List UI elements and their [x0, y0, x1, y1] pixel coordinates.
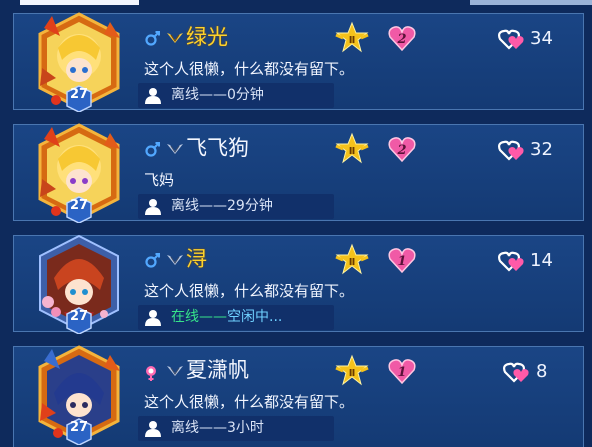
status-bar: 离线——29分钟	[138, 194, 334, 219]
wings-icon	[167, 33, 183, 43]
status-idle: 空闲中...	[227, 309, 283, 325]
star-rank-icon: Ⅱ	[335, 21, 369, 53]
friend-name: 浔	[186, 247, 207, 271]
avatar[interactable]: 27	[34, 230, 124, 334]
star-rank-icon: Ⅱ	[335, 354, 369, 386]
svg-text:1: 1	[397, 254, 406, 269]
friend-name: 夏潇帆	[186, 358, 249, 382]
heart-level-icon: 2	[388, 137, 416, 163]
signature: 这个人很懒，什么都没有留下。	[144, 282, 355, 300]
svg-text:Ⅱ: Ⅱ	[349, 368, 356, 379]
level-badge: 27	[69, 309, 89, 324]
svg-text:2: 2	[396, 143, 406, 158]
heart-level-icon: 1	[388, 359, 416, 385]
likes-hearts-icon[interactable]	[498, 138, 526, 162]
heart-level-icon: 2	[388, 26, 416, 52]
status-text: 离线——29分钟	[171, 198, 273, 214]
female-icon	[146, 366, 156, 381]
status-bar: 在线——空闲中...	[138, 305, 334, 330]
person-icon	[145, 421, 161, 437]
male-icon	[145, 253, 160, 268]
likes-hearts-icon[interactable]	[498, 27, 526, 51]
svg-text:2: 2	[396, 32, 406, 47]
svg-text:Ⅱ: Ⅱ	[349, 146, 356, 157]
wings-icon	[167, 366, 183, 376]
likes-count: 32	[530, 139, 553, 160]
status-bar: 离线——3小时	[138, 416, 334, 441]
gender-wings-group	[145, 253, 183, 268]
avatar[interactable]: 27	[34, 341, 124, 445]
status-online-prefix: 在线——	[171, 309, 227, 325]
avatar[interactable]: 27	[34, 8, 124, 112]
star-rank-icon: Ⅱ	[335, 243, 369, 275]
friend-card[interactable]: 27 夏潇帆 Ⅱ 1 8 这个人很懒，什么都没有留下。 离线——3小时	[13, 345, 584, 447]
friend-name: 绿光	[186, 25, 228, 49]
heart-level-icon: 1	[388, 248, 416, 274]
svg-text:1: 1	[397, 365, 406, 380]
gender-wings-group	[145, 31, 183, 46]
status-text: 在线——空闲中...	[171, 307, 282, 327]
person-icon	[145, 88, 161, 104]
likes-count: 14	[530, 250, 553, 271]
gender-wings-group	[146, 366, 183, 381]
friend-card[interactable]: 27 飞飞狗 Ⅱ 2 32 飞妈 离线——29分钟	[13, 123, 584, 223]
svg-text:Ⅱ: Ⅱ	[349, 35, 356, 46]
status-bar: 离线——0分钟	[138, 83, 334, 108]
person-icon	[145, 310, 161, 326]
likes-count: 8	[536, 361, 548, 382]
level-badge: 27	[69, 420, 89, 435]
signature: 这个人很懒，什么都没有留下。	[144, 393, 355, 411]
signature: 这个人很懒，什么都没有留下。	[144, 60, 355, 78]
male-icon	[145, 31, 160, 46]
wings-icon	[167, 255, 183, 265]
friend-card[interactable]: 27 绿光 Ⅱ 2 34 这个人很懒，什么都没有留下。 离线——0分钟	[13, 12, 584, 112]
avatar[interactable]: 27	[34, 119, 124, 223]
male-icon	[145, 142, 160, 157]
star-rank-icon: Ⅱ	[335, 132, 369, 164]
status-text: 离线——0分钟	[171, 87, 264, 103]
wings-icon	[167, 144, 183, 154]
likes-hearts-icon[interactable]	[503, 360, 531, 384]
likes-hearts-icon[interactable]	[498, 249, 526, 273]
person-icon	[145, 199, 161, 215]
gender-wings-group	[145, 142, 183, 157]
level-badge: 27	[69, 198, 89, 213]
friend-list: 27 绿光 Ⅱ 2 34 这个人很懒，什么都没有留下。 离线——0分钟 27 飞…	[0, 0, 592, 447]
status-text: 离线——3小时	[171, 420, 264, 436]
level-badge: 27	[69, 87, 89, 102]
friend-card[interactable]: 27 浔 Ⅱ 1 14 这个人很懒，什么都没有留下。 在线——空闲中...	[13, 234, 584, 334]
likes-count: 34	[530, 28, 553, 49]
signature: 飞妈	[144, 171, 175, 189]
svg-text:Ⅱ: Ⅱ	[349, 257, 356, 268]
friend-name: 飞飞狗	[186, 136, 249, 160]
